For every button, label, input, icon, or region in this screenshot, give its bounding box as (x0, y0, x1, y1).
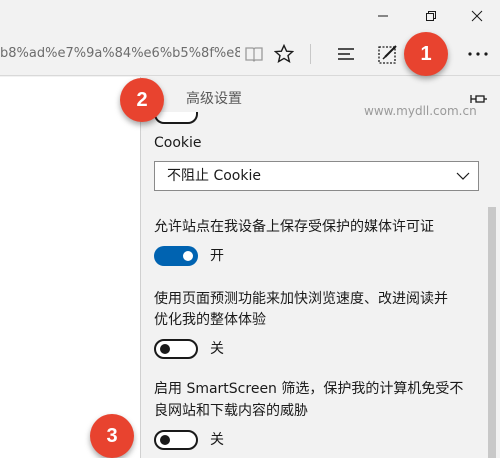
media-license-toggle[interactable] (154, 246, 198, 266)
smartscreen-toggle[interactable] (154, 430, 198, 450)
smartscreen-state: 关 (210, 432, 224, 448)
pin-button[interactable] (468, 88, 490, 110)
annotation-badge-2: 2 (120, 78, 164, 122)
watermark-text: www.mydll.com.cn (364, 104, 477, 118)
minimize-icon (378, 15, 388, 17)
hub-icon (338, 48, 354, 60)
page-prediction-toggle[interactable] (154, 339, 198, 359)
cookie-label: Cookie (154, 135, 202, 151)
pin-icon (470, 95, 487, 103)
panel-scrollbar[interactable] (488, 207, 496, 458)
annotation-badge-1: 1 (404, 32, 448, 76)
media-license-label: 允许站点在我设备上保存受保护的媒体许可证 (154, 219, 434, 235)
smartscreen-label-line1: 启用 SmartScreen 筛选，保护我的计算机免受不 (154, 381, 464, 397)
cookie-select-value: 不阻止 Cookie (167, 168, 261, 184)
chevron-down-icon (456, 172, 470, 180)
close-icon (471, 10, 483, 22)
title-bar (0, 0, 500, 32)
web-note-button[interactable] (370, 36, 406, 72)
minimize-button[interactable] (360, 0, 406, 32)
page-content (0, 77, 140, 458)
more-button[interactable] (460, 36, 496, 72)
toggle-knob (160, 344, 170, 354)
partial-toggle-switch[interactable] (154, 112, 198, 124)
toolbar-divider (310, 44, 311, 64)
page-prediction-state: 关 (210, 341, 224, 357)
restore-button[interactable] (408, 0, 454, 32)
favorite-star-icon (274, 44, 294, 64)
reading-view-icon (245, 47, 263, 62)
web-note-icon (378, 45, 397, 64)
smartscreen-label-line2: 良网站和下载内容的威胁 (154, 403, 308, 419)
page-prediction-label-line2: 优化我的整体体验 (154, 312, 266, 328)
panel-title: 高级设置 (186, 91, 242, 107)
favorite-button[interactable] (266, 36, 302, 72)
toggle-knob (183, 251, 193, 261)
media-license-state: 开 (210, 248, 224, 264)
more-icon (468, 52, 488, 56)
close-button[interactable] (454, 0, 500, 32)
annotation-badge-3: 3 (90, 414, 134, 458)
restore-icon (426, 11, 436, 21)
hub-button[interactable] (328, 36, 364, 72)
toggle-knob (160, 435, 170, 445)
page-prediction-label-line1: 使用页面预测功能来加快浏览速度、改进阅读并 (154, 291, 448, 307)
address-bar[interactable]: b8%ad%e7%9a%84%e6%b5%8f%e8%a (0, 43, 240, 65)
cookie-select[interactable]: 不阻止 Cookie (154, 161, 479, 191)
